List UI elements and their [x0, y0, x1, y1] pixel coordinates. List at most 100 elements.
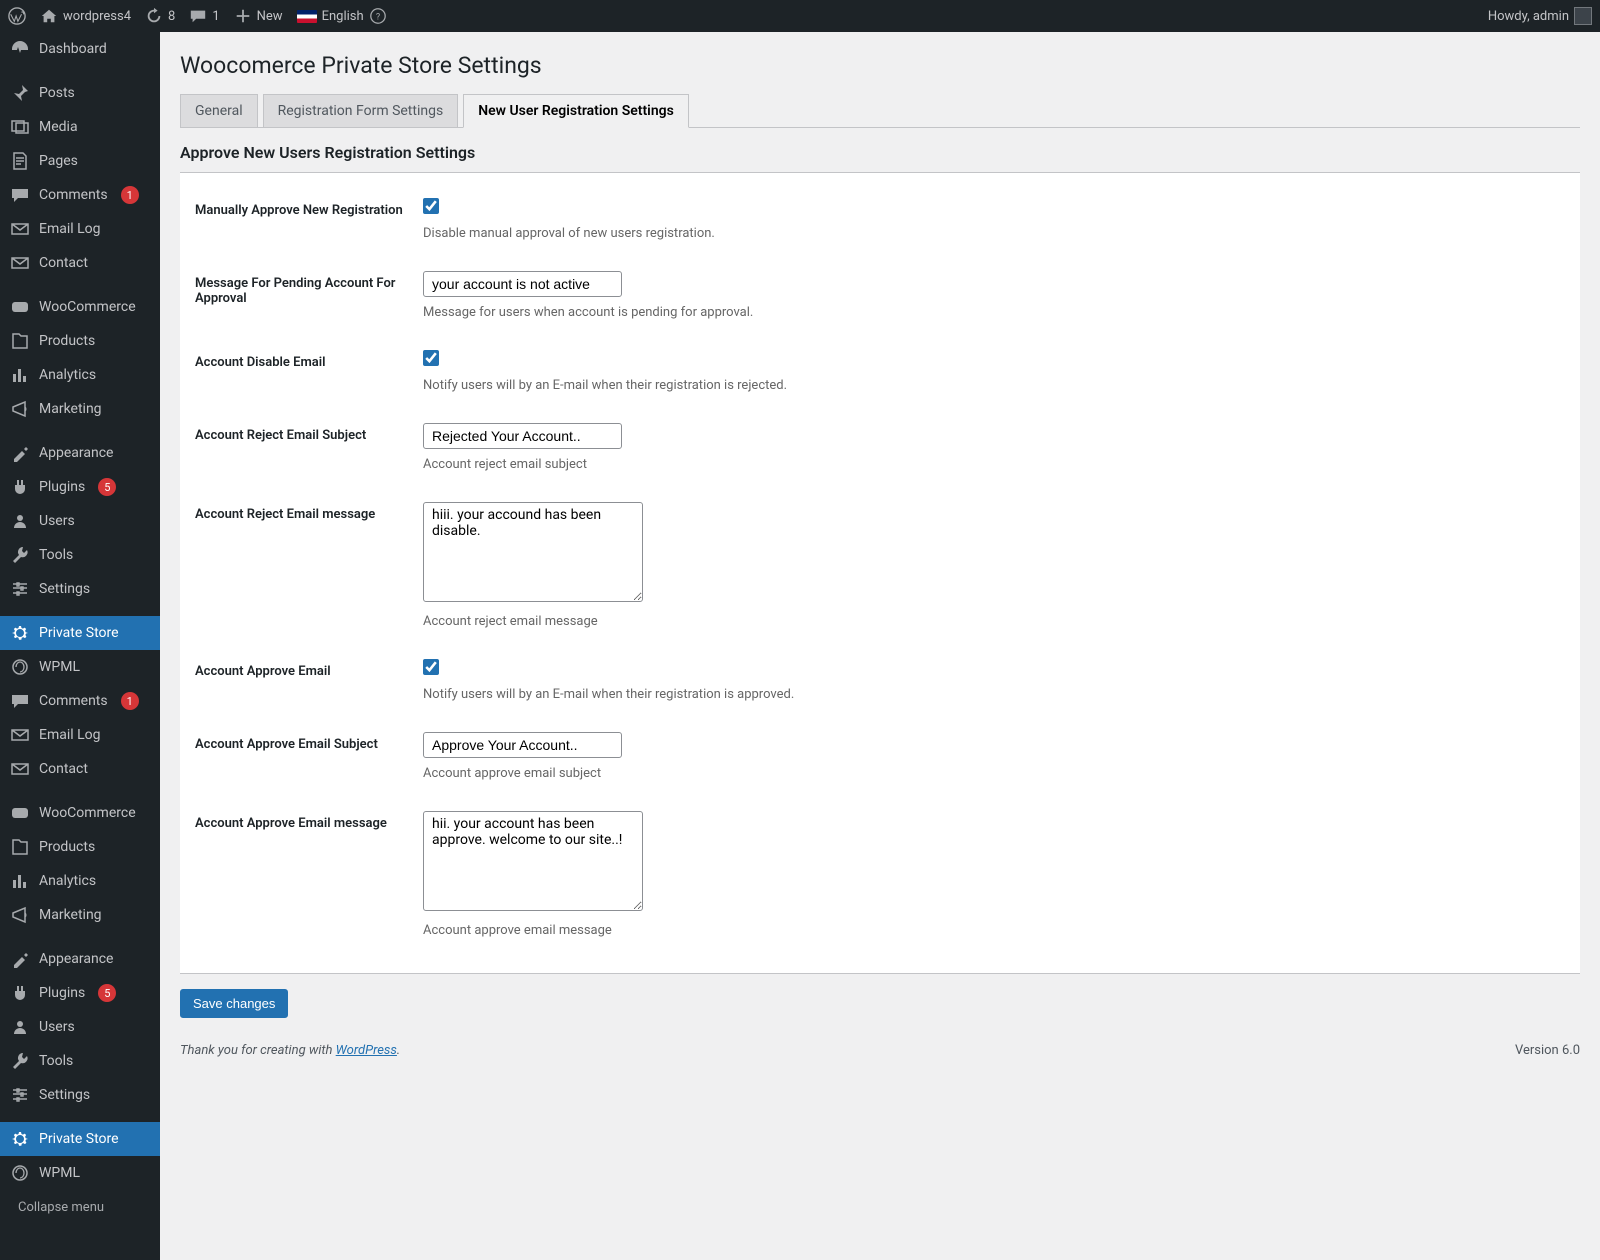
approve-message-textarea[interactable]: hii. your account has been approve. welc… [423, 811, 643, 911]
sidebar-item-comments[interactable]: Comments1 [0, 684, 160, 718]
sidebar-item-email-log[interactable]: Email Log [0, 718, 160, 752]
woo-icon [10, 803, 30, 823]
tab-new-user-registration-settings[interactable]: New User Registration Settings [463, 94, 689, 128]
sidebar-item-plugins[interactable]: Plugins5 [0, 470, 160, 504]
field-label: Account Reject Email Subject [180, 408, 413, 487]
sidebar-item-label: Email Log [39, 727, 101, 743]
sidebar-item-private-store[interactable]: Private Store [0, 1122, 160, 1156]
admin-toolbar: wordpress4 8 1 New English ? Howdy, admi… [0, 0, 1600, 32]
sidebar-item-label: Users [39, 513, 75, 529]
products-icon [10, 331, 30, 351]
page-title: Woocomerce Private Store Settings [180, 52, 1580, 79]
wp-logo[interactable] [8, 7, 26, 25]
mail-icon [10, 219, 30, 239]
collapse-menu[interactable]: Collapse menu [0, 1190, 160, 1225]
manual-approve-checkbox[interactable] [423, 198, 439, 214]
comments-link[interactable]: 1 [189, 7, 219, 25]
marketing-icon [10, 399, 30, 419]
svg-text:?: ? [376, 13, 380, 23]
sidebar-item-label: Marketing [39, 401, 102, 417]
field-desc: Notify users will by an E-mail when thei… [423, 687, 1570, 702]
sidebar-item-dashboard[interactable]: Dashboard [0, 32, 160, 66]
sidebar-item-users[interactable]: Users [0, 504, 160, 538]
tools-icon [10, 1051, 30, 1071]
sidebar-item-label: WooCommerce [39, 805, 136, 821]
new-link[interactable]: New [234, 7, 283, 25]
sidebar-item-posts[interactable]: Posts [0, 76, 160, 110]
sidebar-item-wpml[interactable]: WPML [0, 650, 160, 684]
updates-link[interactable]: 8 [145, 7, 175, 25]
sidebar-item-label: Private Store [39, 1131, 119, 1147]
field-label: Account Reject Email message [180, 487, 413, 644]
sidebar-item-woocommerce[interactable]: WooCommerce [0, 796, 160, 830]
dashboard-icon [10, 39, 30, 59]
field-desc: Account reject email message [423, 614, 1570, 629]
sidebar-item-appearance[interactable]: Appearance [0, 942, 160, 976]
comments-count: 1 [212, 9, 219, 24]
gear-icon [10, 1129, 30, 1149]
sidebar-item-analytics[interactable]: Analytics [0, 358, 160, 392]
sidebar-item-label: WPML [39, 1165, 80, 1181]
account-link[interactable]: Howdy, admin [1488, 7, 1592, 25]
home-icon [40, 7, 58, 25]
sidebar-item-woocommerce[interactable]: WooCommerce [0, 290, 160, 324]
field-desc: Notify users will by an E-mail when thei… [423, 378, 1570, 393]
sidebar-item-label: WooCommerce [39, 299, 136, 315]
approve-subject-input[interactable] [423, 732, 622, 758]
comment-icon [189, 7, 207, 25]
pending-message-input[interactable] [423, 271, 622, 297]
language-picker[interactable]: English ? [297, 7, 387, 25]
sidebar-item-label: Products [39, 839, 95, 855]
sidebar-item-tools[interactable]: Tools [0, 538, 160, 572]
sidebar-item-tools[interactable]: Tools [0, 1044, 160, 1078]
sidebar-item-settings[interactable]: Settings [0, 572, 160, 606]
sidebar-item-appearance[interactable]: Appearance [0, 436, 160, 470]
sidebar-item-products[interactable]: Products [0, 324, 160, 358]
mail-icon [10, 253, 30, 273]
sidebar-item-label: Users [39, 1019, 75, 1035]
disable-email-checkbox[interactable] [423, 350, 439, 366]
sidebar-item-analytics[interactable]: Analytics [0, 864, 160, 898]
marketing-icon [10, 905, 30, 925]
sidebar-item-marketing[interactable]: Marketing [0, 898, 160, 932]
sidebar-item-pages[interactable]: Pages [0, 144, 160, 178]
users-icon [10, 1017, 30, 1037]
sidebar-item-wpml[interactable]: WPML [0, 1156, 160, 1190]
sidebar-item-label: Analytics [39, 873, 96, 889]
sidebar-item-products[interactable]: Products [0, 830, 160, 864]
reject-message-textarea[interactable]: hiii. your accound has been disable. [423, 502, 643, 602]
tab-registration-form-settings[interactable]: Registration Form Settings [263, 94, 459, 127]
field-label: Account Approve Email [180, 644, 413, 717]
site-link[interactable]: wordpress4 [40, 7, 131, 25]
tab-general[interactable]: General [180, 94, 258, 127]
wordpress-link[interactable]: WordPress [336, 1043, 397, 1058]
sidebar-item-settings[interactable]: Settings [0, 1078, 160, 1112]
sidebar-item-label: Analytics [39, 367, 96, 383]
sidebar-item-label: Private Store [39, 625, 119, 641]
appearance-icon [10, 949, 30, 969]
sidebar-item-label: Settings [39, 1087, 90, 1103]
sidebar-item-private-store[interactable]: Private Store [0, 616, 160, 650]
sidebar-item-email-log[interactable]: Email Log [0, 212, 160, 246]
sidebar-item-label: Media [39, 119, 78, 135]
settings-icon [10, 1085, 30, 1105]
sidebar-item-label: Products [39, 333, 95, 349]
sidebar-item-contact[interactable]: Contact [0, 752, 160, 786]
sidebar-item-label: WPML [39, 659, 80, 675]
products-icon [10, 837, 30, 857]
field-label: Account Approve Email Subject [180, 717, 413, 796]
plus-icon [234, 7, 252, 25]
field-desc: Account approve email message [423, 923, 1570, 938]
sidebar-item-media[interactable]: Media [0, 110, 160, 144]
reject-subject-input[interactable] [423, 423, 622, 449]
sidebar-item-users[interactable]: Users [0, 1010, 160, 1044]
sidebar-item-label: Settings [39, 581, 90, 597]
save-button[interactable]: Save changes [180, 989, 288, 1018]
woo-icon [10, 297, 30, 317]
sidebar-item-comments[interactable]: Comments1 [0, 178, 160, 212]
sidebar-item-contact[interactable]: Contact [0, 246, 160, 280]
updates-icon [145, 7, 163, 25]
sidebar-item-plugins[interactable]: Plugins5 [0, 976, 160, 1010]
sidebar-item-marketing[interactable]: Marketing [0, 392, 160, 426]
approve-email-checkbox[interactable] [423, 659, 439, 675]
